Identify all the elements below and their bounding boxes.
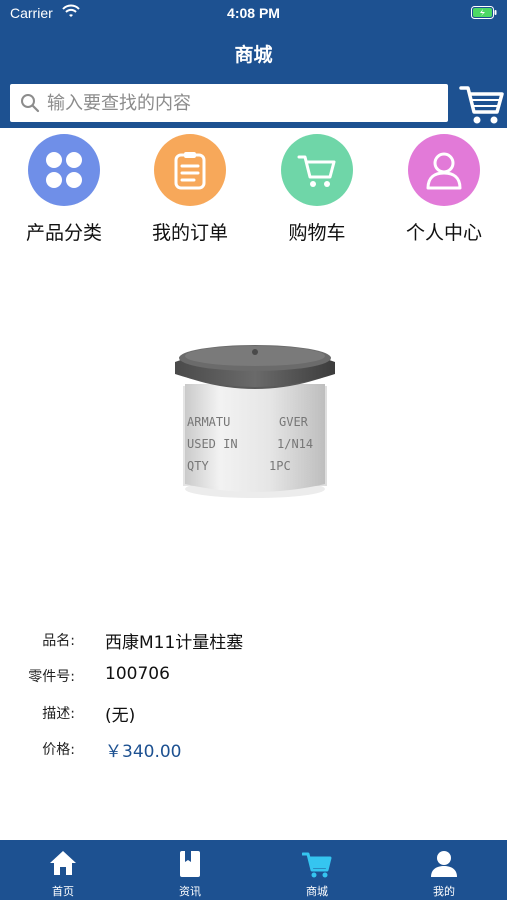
info-row-name: 品名: 西康M11计量柱塞 [0, 626, 507, 656]
quick-link-label: 个人中心 [405, 222, 482, 244]
jar-label-line: GVER [279, 415, 309, 429]
book-icon [179, 850, 201, 882]
clipboard-icon [174, 152, 206, 190]
tab-home[interactable]: 首页 [0, 840, 126, 900]
info-key: 品名: [42, 633, 75, 649]
search-input[interactable] [47, 88, 442, 118]
grid-icon [46, 152, 82, 188]
cart-icon [297, 155, 336, 187]
info-key: 描述: [42, 706, 75, 722]
part-number: 100706 [105, 664, 170, 684]
jar-label-line: 1PC [269, 459, 291, 473]
tab-label: 我的 [433, 885, 455, 898]
tab-news[interactable]: 资讯 [127, 840, 253, 900]
quick-link-cart[interactable]: 购物车 [261, 134, 371, 244]
jar-label-line: ARMATU [187, 415, 230, 429]
battery-icon [471, 6, 497, 23]
cart-button[interactable] [459, 82, 505, 130]
product-name: 西康M11计量柱塞 [105, 633, 244, 653]
info-row-part-number: 零件号: 100706 [0, 662, 507, 692]
info-row-price: 价格: ￥340.00 [0, 735, 507, 765]
orders-circle [154, 134, 226, 206]
jar-label-line: 1/N14 [277, 437, 313, 451]
cart-icon [459, 86, 504, 124]
home-icon [49, 850, 77, 880]
shop-cart-icon [301, 850, 332, 882]
info-row-description: 描述: (无) [0, 699, 507, 729]
category-circle [28, 134, 100, 206]
quick-link-orders[interactable]: 我的订单 [134, 134, 244, 244]
profile-icon [430, 850, 458, 882]
search-bar[interactable] [10, 84, 448, 122]
tab-label: 首页 [52, 885, 74, 898]
header: Carrier 4:08 PM 商城 [0, 0, 507, 128]
tab-shop[interactable]: 商城 [254, 840, 380, 900]
description: (无) [105, 706, 136, 726]
tab-bar: 首页 资讯 商城 我的 [0, 840, 507, 900]
quick-link-label: 我的订单 [151, 222, 228, 244]
tab-label: 商城 [306, 885, 328, 898]
status-bar: Carrier 4:08 PM [0, 0, 507, 28]
quick-link-profile[interactable]: 个人中心 [388, 134, 498, 244]
tab-label: 资讯 [179, 885, 201, 898]
search-icon [20, 93, 40, 117]
jar-label-line: QTY [187, 459, 209, 473]
product-image: ARMATU GVER USED IN 1/N14 QTY 1PC [171, 344, 337, 508]
cart-circle [281, 134, 353, 206]
quick-link-categories[interactable]: 产品分类 [8, 134, 118, 244]
info-key: 价格: [42, 742, 75, 758]
tab-mine[interactable]: 我的 [381, 840, 507, 900]
quick-link-label: 购物车 [288, 222, 346, 244]
quick-link-label: 产品分类 [25, 222, 102, 244]
profile-circle [408, 134, 480, 206]
price: ￥340.00 [105, 742, 182, 762]
jar-label-line: USED IN [187, 437, 238, 451]
page-title: 商城 [234, 44, 273, 66]
info-key: 零件号: [28, 669, 75, 685]
clock: 4:08 PM [227, 5, 280, 21]
user-icon [426, 152, 462, 190]
